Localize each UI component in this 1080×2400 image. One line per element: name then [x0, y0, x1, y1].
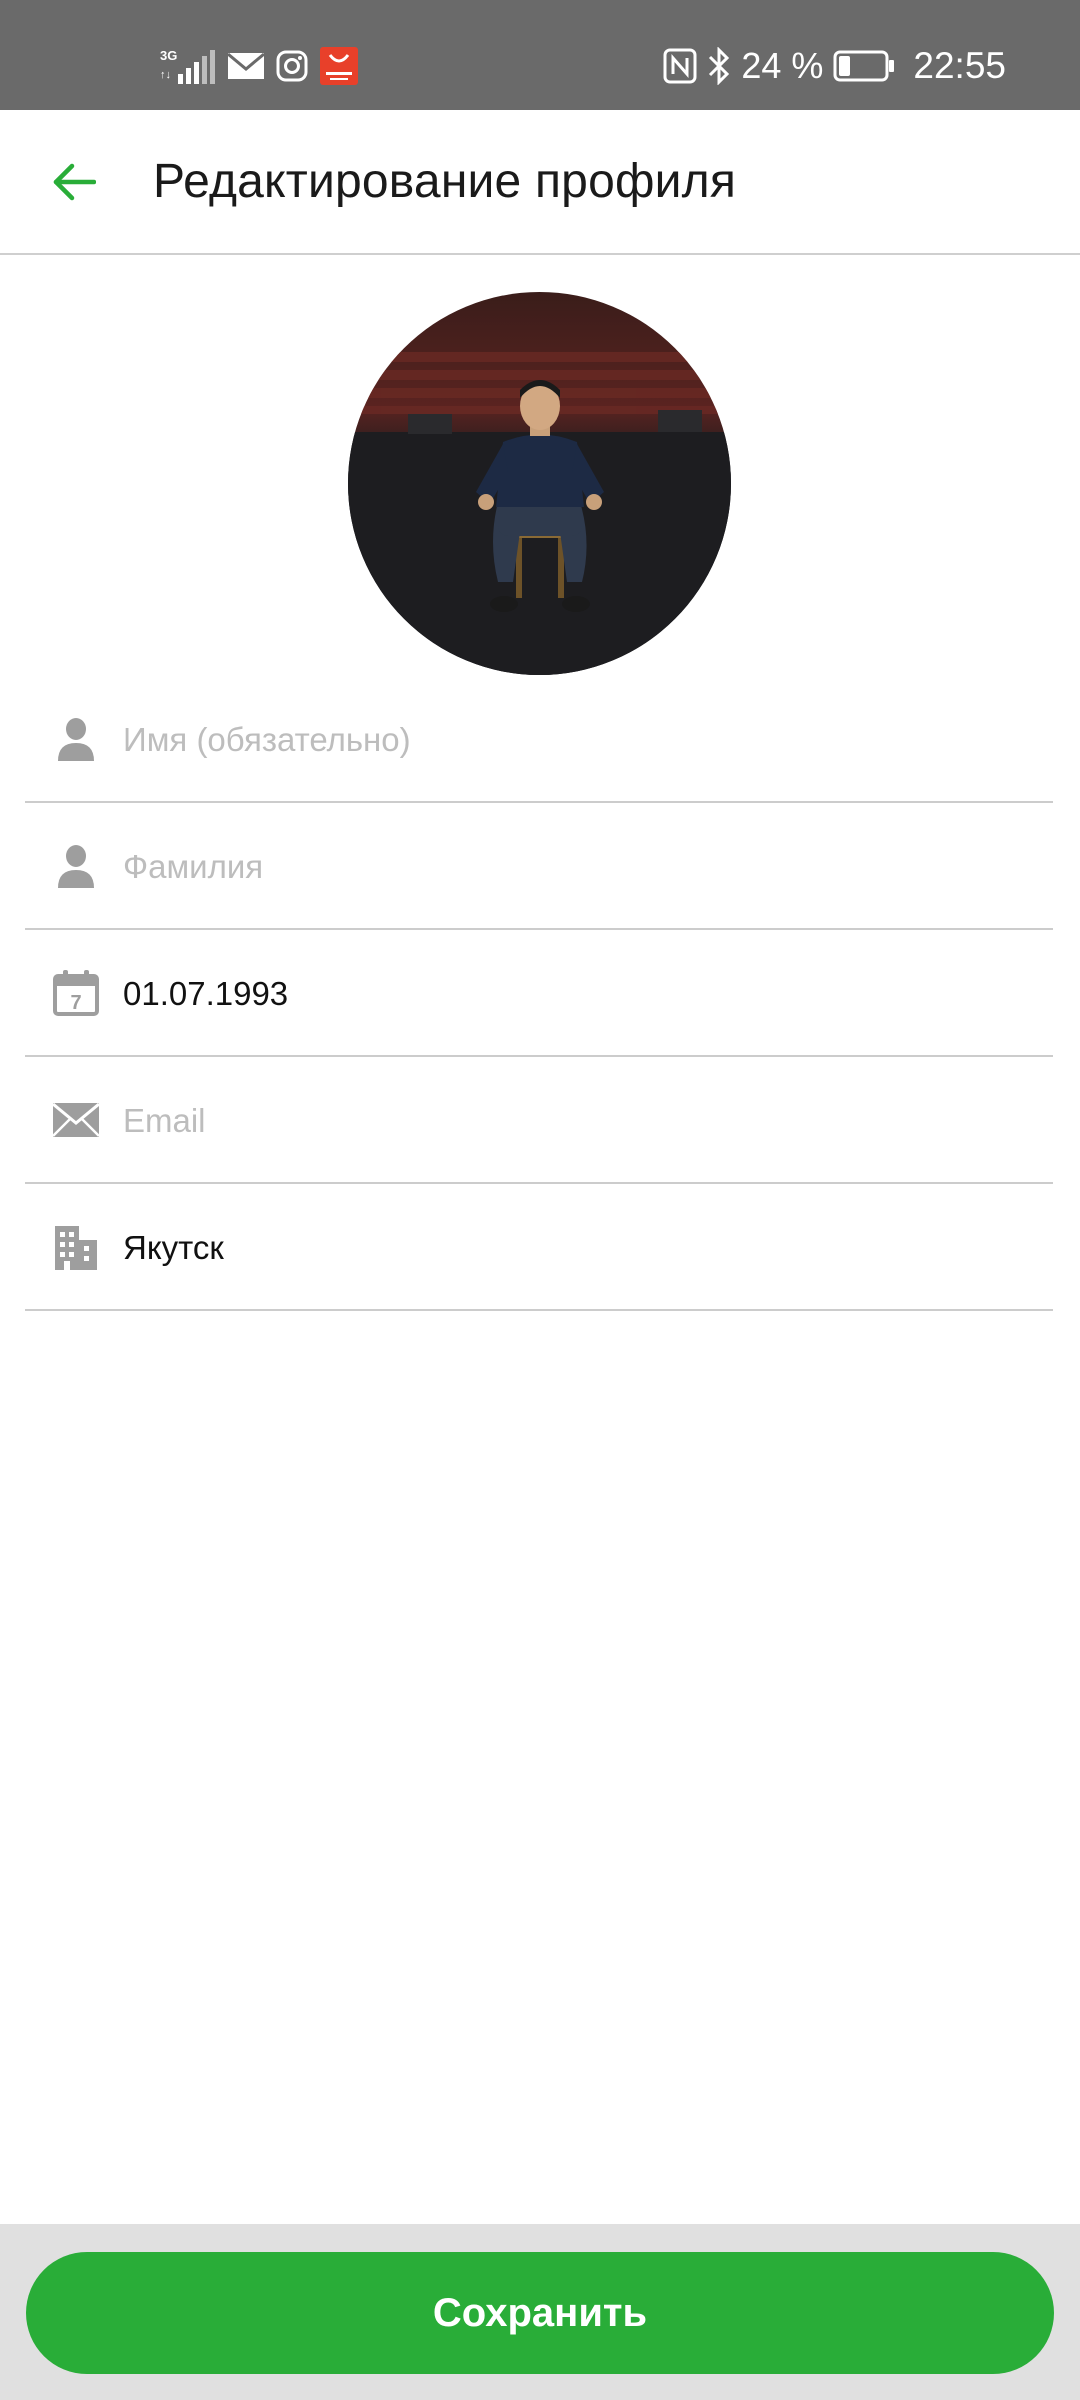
person-icon — [51, 714, 101, 764]
birth-date-input[interactable] — [123, 964, 1023, 1024]
profile-form: 7 — [25, 676, 1053, 1311]
clock: 22:55 — [913, 45, 1006, 86]
email-input[interactable] — [123, 1091, 1023, 1151]
building-icon — [51, 1222, 101, 1272]
avatar[interactable] — [348, 292, 731, 675]
birth-date-field: 7 — [25, 930, 1053, 1057]
calendar-day-label: 7 — [70, 992, 81, 1014]
first-name-input[interactable] — [123, 710, 1023, 770]
battery-percent: 24 % — [741, 45, 824, 86]
app-bar: Редактирование профиля — [0, 110, 1080, 255]
signal-icon: 3G ↑↓ — [160, 46, 216, 86]
mail-icon — [228, 51, 264, 81]
status-bar-right: 24 % 22:55 — [663, 44, 1006, 88]
city-field — [25, 1184, 1053, 1311]
email-field — [25, 1057, 1053, 1184]
footer: Сохранить — [0, 2224, 1080, 2400]
network-type-label: 3G — [160, 48, 177, 63]
aliexpress-icon — [320, 47, 358, 85]
status-bar-left: 3G ↑↓ — [160, 44, 358, 88]
nfc-icon — [663, 48, 697, 84]
first-name-field — [25, 676, 1053, 803]
bluetooth-icon — [707, 47, 731, 85]
arrow-left-icon — [53, 163, 96, 201]
battery-icon — [833, 50, 895, 82]
status-bar: 3G ↑↓ 24 % 22:55 — [0, 0, 1080, 110]
svg-text:↑↓: ↑↓ — [160, 69, 171, 81]
last-name-input[interactable] — [123, 837, 1023, 897]
last-name-field — [25, 803, 1053, 930]
calendar-icon: 7 — [51, 968, 101, 1018]
instagram-icon — [276, 50, 308, 82]
profile-photo — [348, 292, 731, 675]
envelope-icon — [51, 1095, 101, 1145]
page-title: Редактирование профиля — [153, 155, 737, 208]
save-button[interactable]: Сохранить — [26, 2252, 1054, 2374]
back-button[interactable] — [38, 146, 110, 218]
city-input[interactable] — [123, 1218, 1023, 1278]
person-icon — [51, 841, 101, 891]
